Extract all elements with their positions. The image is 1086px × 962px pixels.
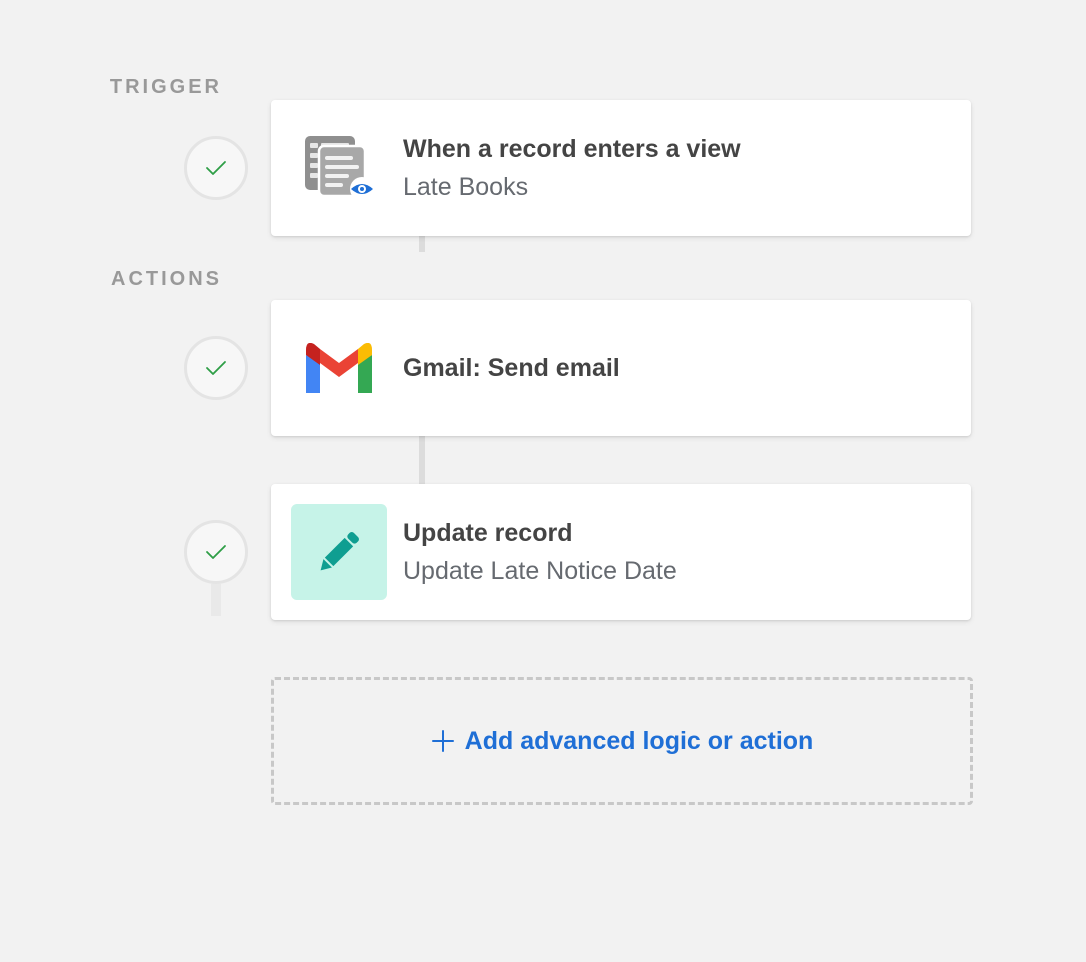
update-record-step-card[interactable]: Update record Update Late Notice Date	[271, 484, 971, 620]
step-subtitle: Late Books	[403, 173, 529, 201]
check-icon	[206, 161, 226, 175]
step-status-gmail	[184, 336, 248, 400]
step-title: When a record enters a view	[403, 135, 741, 163]
add-advanced-logic-button[interactable]: Add advanced logic or action	[271, 677, 973, 805]
step-title: Gmail: Send email	[403, 354, 620, 382]
trigger-step-card[interactable]: When a record enters a view Late Books	[271, 100, 971, 236]
add-advanced-logic-label: Add advanced logic or action	[464, 726, 814, 755]
actions-section-label: ACTIONS	[111, 268, 222, 290]
connector-line	[419, 236, 425, 252]
pencil-icon	[320, 532, 359, 571]
check-icon	[206, 545, 226, 559]
connector-stub	[211, 584, 221, 616]
pencil-icon-tile	[291, 504, 387, 600]
plus-icon	[431, 730, 454, 752]
gmail-step-card[interactable]: Gmail: Send email	[271, 300, 971, 436]
step-title: Update record	[403, 519, 573, 547]
record-view-icon	[291, 120, 387, 216]
gmail-icon	[291, 320, 387, 416]
connector-line	[419, 436, 425, 484]
step-subtitle: Update Late Notice Date	[403, 557, 677, 585]
trigger-section-label: TRIGGER	[109, 76, 222, 98]
step-status-trigger	[184, 136, 248, 200]
step-status-update	[184, 520, 248, 584]
check-icon	[206, 361, 226, 375]
